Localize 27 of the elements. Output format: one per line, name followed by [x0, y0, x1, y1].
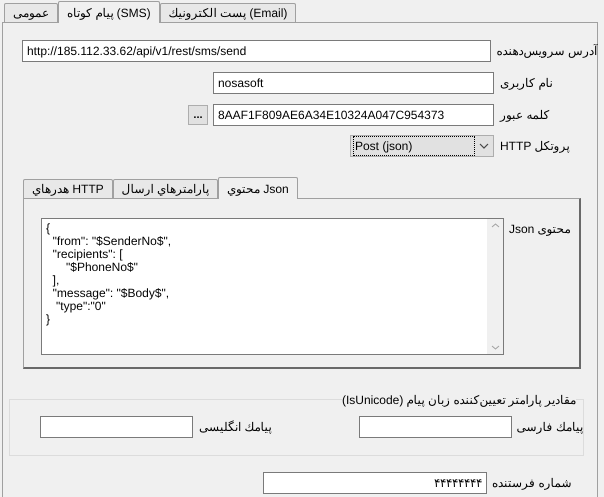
password-field[interactable]: 8AAF1F809AE6A34E10324A047C954373: [213, 104, 494, 126]
field-label: محتوی Json: [509, 221, 571, 238]
protocol-dropdown[interactable]: Post (json): [350, 135, 494, 157]
sender-number-field[interactable]: ۴۴۴۴۴۴۴۴: [263, 472, 487, 494]
field-label: شماره فرستنده: [492, 475, 572, 492]
english-sms-field[interactable]: [40, 416, 193, 438]
field-label: آدرس سرویس‌دهنده: [496, 43, 597, 60]
scrollbar[interactable]: [487, 219, 503, 354]
field-label: پیامك انگلیسی: [199, 419, 272, 436]
chevron-up-icon: [490, 223, 500, 228]
field-label: پروتکل HTTP: [500, 138, 570, 155]
tab[interactable]: هدرهاي HTTP: [23, 179, 113, 198]
tab[interactable]: عمومی: [4, 3, 58, 22]
username-field[interactable]: nosasoft: [213, 72, 494, 94]
chevron-down-icon: [490, 345, 500, 350]
tab[interactable]: پیام کوتاه (SMS): [58, 1, 160, 23]
service-address-field[interactable]: http://185.112.33.62/api/v1/rest/sms/send: [22, 40, 491, 62]
browse-button[interactable]: ...: [188, 105, 208, 125]
field-label: پیامك فارسی: [516, 419, 583, 436]
group-title: مقادیر پارامتر تعیین‌کننده زبان پیام (IsUnicode): [342, 393, 576, 407]
chevron-down-icon: [479, 143, 489, 149]
tab[interactable]: محتوي Json: [218, 177, 298, 199]
field-label: کلمه عبور: [500, 107, 550, 124]
tab[interactable]: پست الکترونیك (Email): [160, 3, 296, 22]
field-label: نام کاربری: [500, 75, 552, 92]
persian-sms-field[interactable]: [358, 416, 512, 438]
tab[interactable]: پارامترهاي ارسال: [112, 179, 218, 198]
